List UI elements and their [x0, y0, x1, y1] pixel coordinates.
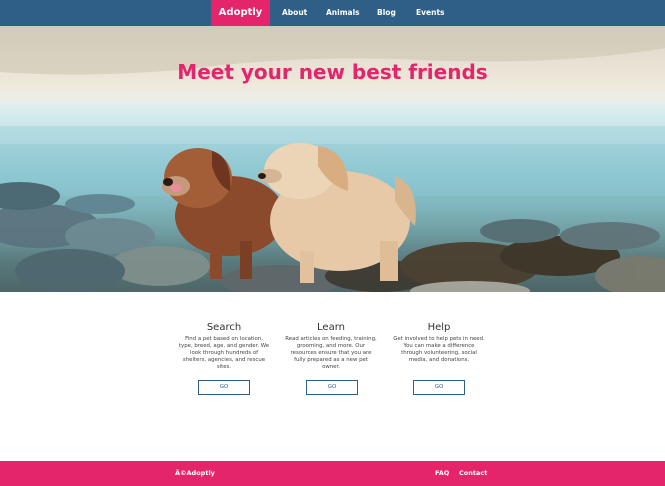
- nav-link-events[interactable]: Events: [416, 0, 445, 26]
- top-navbar: Adoptly About Animals Blog Events: [0, 0, 665, 26]
- feature-search-title: Search: [206, 322, 242, 333]
- hero-banner: Meet your new best friends: [0, 26, 665, 292]
- search-go-button[interactable]: GO: [198, 380, 250, 395]
- brand-logo-link[interactable]: Adoptly: [211, 0, 270, 26]
- nav-link-about[interactable]: About: [282, 0, 307, 26]
- feature-learn-title: Learn: [317, 322, 345, 333]
- feature-help-text: Get involved to help pets in need. You c…: [393, 336, 485, 363]
- feature-help: Help Get involved to help pets in need. …: [393, 322, 485, 364]
- footer-copyright: Â©Adoptly: [175, 469, 215, 477]
- help-go-button[interactable]: GO: [413, 380, 465, 395]
- feature-learn: Learn Read articles on feeding, training…: [285, 322, 377, 371]
- hero-title: Meet your new best friends: [177, 60, 488, 84]
- nav-link-blog[interactable]: Blog: [377, 0, 396, 26]
- feature-search-text: Find a pet based on location, type, bree…: [178, 336, 270, 370]
- feature-learn-text: Read articles on feeding, training, groo…: [285, 336, 377, 370]
- footer-link-faq[interactable]: FAQ: [435, 461, 449, 486]
- learn-go-button[interactable]: GO: [306, 380, 358, 395]
- feature-help-title: Help: [427, 322, 451, 333]
- footer: Â©Adoptly FAQ Contact: [0, 461, 665, 486]
- footer-link-contact[interactable]: Contact: [459, 461, 487, 486]
- feature-search: Search Find a pet based on location, typ…: [178, 322, 270, 371]
- nav-link-animals[interactable]: Animals: [326, 0, 360, 26]
